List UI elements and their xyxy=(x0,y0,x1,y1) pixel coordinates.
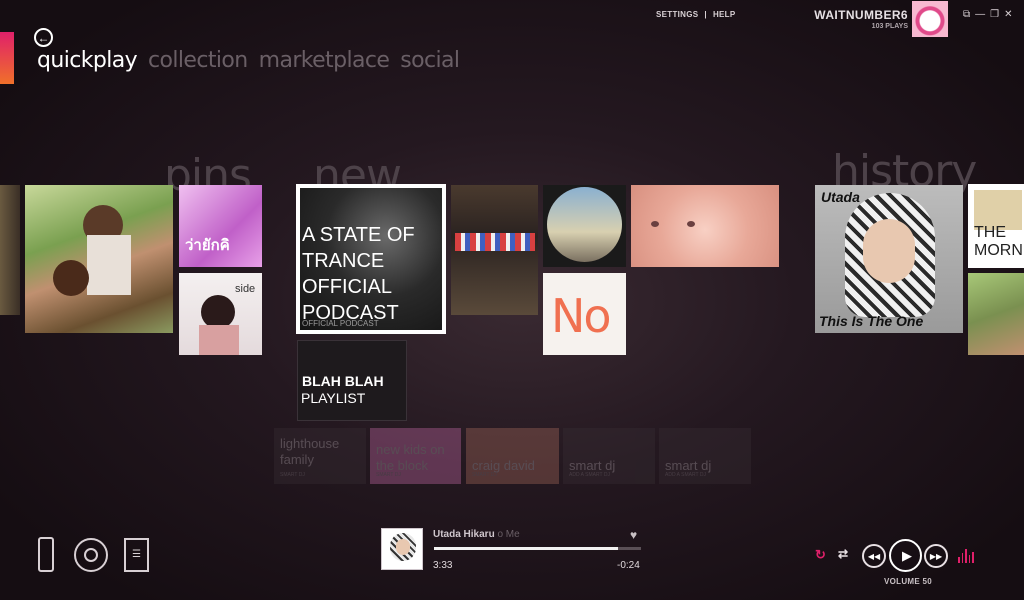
avatar[interactable] xyxy=(912,1,948,37)
window-controls: ⧉ — ❐ ✕ xyxy=(963,9,1013,20)
restore-icon[interactable]: ❐ xyxy=(990,9,999,20)
smart-dj-sub: ADD A SMART DJ xyxy=(569,472,610,478)
smart-dj-sub: SMART DJ xyxy=(472,472,497,478)
album-tile[interactable]: No xyxy=(543,273,626,355)
pivot-nav: quickplay collection marketplace social xyxy=(37,48,460,73)
progress-fill xyxy=(434,547,619,550)
smart-dj-label: lighthouse family xyxy=(280,436,340,467)
history-album-tile[interactable] xyxy=(968,273,1024,355)
username: WAITNUMBER6 xyxy=(814,8,908,22)
album-art-circle xyxy=(547,187,622,262)
playlist-icon[interactable]: ☰ xyxy=(124,538,149,572)
history-album-tile[interactable]: Utada This Is The One xyxy=(815,185,963,333)
compact-mode-icon[interactable]: ⧉ xyxy=(963,9,970,20)
pivot-quickplay[interactable]: quickplay xyxy=(37,48,138,73)
album-art-figure xyxy=(53,260,89,296)
album-tile[interactable] xyxy=(451,185,538,315)
album-tile-text: ว่ายักคิ xyxy=(185,237,230,254)
smart-dj-label: new kids on the block xyxy=(376,442,445,473)
album-tile-partial-left[interactable] xyxy=(0,185,20,315)
smart-dj-tile[interactable]: smart dj ADD A SMART DJ xyxy=(563,428,655,484)
podcast-title: A STATE OF TRANCE OFFICIAL PODCAST xyxy=(302,224,415,324)
photo-tile[interactable] xyxy=(631,185,779,267)
link-separator: | xyxy=(704,10,707,19)
now-playing-artist: Utada Hikaru xyxy=(433,529,495,540)
back-arrow-icon[interactable]: ← xyxy=(34,28,53,47)
phone-icon[interactable] xyxy=(38,537,54,572)
elapsed-time: 3:33 xyxy=(433,560,453,571)
pivot-social[interactable]: social xyxy=(400,48,460,73)
album-artist-text: Utada xyxy=(821,189,860,205)
album-art-face xyxy=(863,219,915,283)
podcast-tile-selected[interactable]: A STATE OF TRANCE OFFICIAL PODCAST OFFIC… xyxy=(296,184,446,334)
now-playing-title[interactable]: Utada Hikaru o Me xyxy=(433,529,520,540)
photo-detail xyxy=(651,221,659,227)
heart-icon[interactable]: ♥ xyxy=(630,528,637,542)
album-title-text: This Is The One xyxy=(819,313,924,329)
smart-dj-sub: SMART DJ xyxy=(376,472,401,478)
playlist-tile[interactable]: BLAH BLAH PLAYLIST xyxy=(297,340,407,421)
pivot-marketplace[interactable]: marketplace xyxy=(259,48,390,73)
progress-bar[interactable] xyxy=(434,547,641,550)
settings-link[interactable]: SETTINGS xyxy=(656,10,698,19)
album-tile[interactable] xyxy=(543,185,626,267)
volume-label[interactable]: VOLUME 50 xyxy=(884,577,932,586)
repeat-icon[interactable]: ↻ xyxy=(815,547,826,563)
remaining-time: -0:24 xyxy=(617,560,640,571)
now-playing-art[interactable] xyxy=(381,528,423,570)
pinned-album-tile[interactable]: ว่ายักคิ xyxy=(179,185,262,267)
now-playing-track: o Me xyxy=(497,529,520,540)
play-count: 103 PLAYS xyxy=(871,23,908,30)
smart-dj-tile[interactable]: lighthouse family SMART DJ xyxy=(274,428,366,484)
minimize-icon[interactable]: — xyxy=(975,9,985,20)
album-art-figure xyxy=(201,295,235,329)
pinned-album-tile[interactable] xyxy=(25,185,173,333)
album-art-flags xyxy=(455,233,535,251)
podcast-subtitle: OFFICIAL PODCAST xyxy=(302,319,379,328)
history-album-tile[interactable]: THE MORN xyxy=(968,184,1024,268)
close-icon[interactable]: ✕ xyxy=(1004,9,1012,20)
accent-bar xyxy=(0,32,14,84)
next-icon[interactable]: ▶▶ xyxy=(924,544,948,568)
smart-dj-tile[interactable]: smart dj ADD A SMART DJ xyxy=(659,428,751,484)
pivot-collection[interactable]: collection xyxy=(148,48,248,73)
help-link[interactable]: HELP xyxy=(713,10,736,19)
shuffle-icon[interactable]: ⇄ xyxy=(838,547,848,561)
playlist-subtitle: PLAYLIST xyxy=(301,390,366,406)
disc-icon[interactable] xyxy=(74,538,108,572)
smart-dj-tile[interactable]: new kids on the block SMART DJ xyxy=(370,428,461,484)
album-art-face xyxy=(396,539,410,555)
album-art-figure-body xyxy=(87,235,131,295)
album-tile-text: THE MORN xyxy=(974,224,1023,259)
photo-detail xyxy=(687,221,695,227)
previous-icon[interactable]: ◀◀ xyxy=(862,544,886,568)
smart-dj-tile[interactable]: craig david SMART DJ xyxy=(466,428,559,484)
play-icon[interactable]: ▶ xyxy=(889,539,922,572)
equalizer-icon[interactable] xyxy=(958,549,974,563)
pinned-album-tile[interactable]: side xyxy=(179,273,262,355)
album-tile-text: side xyxy=(235,283,256,295)
album-art-figure-body xyxy=(199,325,239,355)
user-info[interactable]: WAITNUMBER6 103 PLAYS xyxy=(814,8,908,30)
top-links: SETTINGS | HELP xyxy=(656,10,736,19)
smart-dj-sub: ADD A SMART DJ xyxy=(665,472,706,478)
smart-dj-sub: SMART DJ xyxy=(280,472,305,478)
playlist-title: BLAH BLAH xyxy=(302,373,384,389)
album-tile-text: No xyxy=(551,289,612,343)
